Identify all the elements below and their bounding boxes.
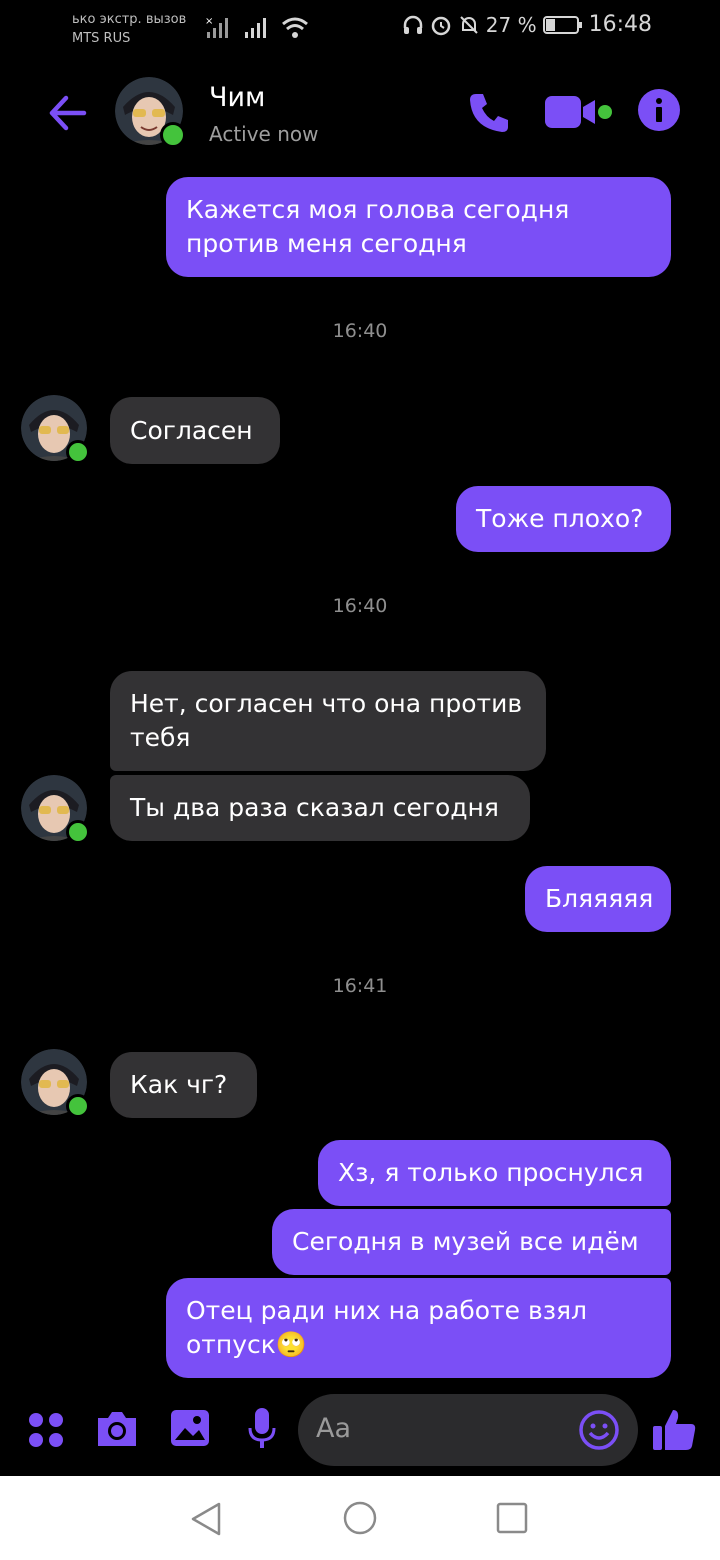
outgoing-message[interactable]: Хз, я только проснулся (318, 1140, 671, 1206)
incoming-message[interactable]: Как чг? (110, 1052, 257, 1118)
message-input[interactable]: Aa (298, 1394, 638, 1466)
incoming-message[interactable]: Ты два раза сказал сегодня (110, 775, 530, 841)
alarm-icon (431, 16, 451, 35)
info-icon[interactable] (637, 88, 681, 132)
outgoing-message[interactable]: Тоже плохо? (456, 486, 671, 552)
contact-name[interactable]: Чим (209, 82, 265, 113)
outgoing-message[interactable]: Кажется моя голова сегодня против меня с… (166, 177, 671, 277)
online-indicator (160, 122, 186, 148)
timestamp: 16:41 (332, 975, 388, 997)
clock: 16:48 (588, 12, 652, 37)
status-right: 27 % 16:48 (402, 12, 652, 37)
status-bar: ько экстр. вызов MTS RUS × 27 % 16:48 (0, 0, 720, 60)
incoming-message[interactable]: Нет, согласен что она против тебя (110, 671, 546, 771)
svg-text:×: × (205, 16, 213, 27)
message-input-placeholder: Aa (316, 1413, 352, 1444)
online-indicator (66, 820, 90, 844)
carrier-info: ько экстр. вызов MTS RUS (72, 10, 186, 48)
emoji-icon[interactable] (578, 1409, 620, 1451)
message-composer: Aa (0, 1390, 720, 1474)
gallery-icon[interactable] (169, 1408, 211, 1448)
nav-home-icon[interactable] (342, 1500, 378, 1536)
nav-back-icon[interactable] (189, 1501, 223, 1537)
thumbs-up-icon[interactable] (651, 1406, 697, 1452)
nav-recents-icon[interactable] (496, 1502, 528, 1534)
outgoing-message[interactable]: Бляяяяя (525, 866, 671, 932)
contact-status: Active now (209, 122, 319, 146)
phone-call-icon[interactable] (466, 90, 512, 136)
video-call-icon[interactable] (543, 92, 615, 132)
online-indicator (66, 1094, 90, 1118)
system-nav-bar (0, 1476, 720, 1560)
back-arrow-icon[interactable] (44, 90, 90, 136)
conversation-header: Чим Active now (0, 70, 720, 156)
carrier-line-1: ько экстр. вызов (72, 12, 187, 27)
headphones-icon (403, 15, 423, 34)
signal-icons: × (205, 14, 309, 40)
mute-bell-icon (460, 15, 478, 34)
carrier-line-2: MTS RUS (72, 31, 131, 46)
camera-icon[interactable] (94, 1408, 140, 1448)
more-actions-icon[interactable] (26, 1410, 66, 1450)
battery-percent: 27 % (485, 12, 537, 37)
signal-icon: × (205, 16, 228, 38)
microphone-icon[interactable] (246, 1406, 278, 1452)
timestamp: 16:40 (332, 320, 388, 342)
outgoing-message[interactable]: Отец ради них на работе взял отпуск🙄 (166, 1278, 671, 1378)
timestamp: 16:40 (332, 595, 388, 617)
signal-icon (245, 18, 266, 38)
outgoing-message[interactable]: Сегодня в музей все идём (272, 1209, 671, 1275)
online-indicator (66, 440, 90, 464)
battery-icon (542, 15, 582, 34)
wifi-icon (282, 17, 308, 38)
incoming-message[interactable]: Согласен (110, 397, 280, 464)
